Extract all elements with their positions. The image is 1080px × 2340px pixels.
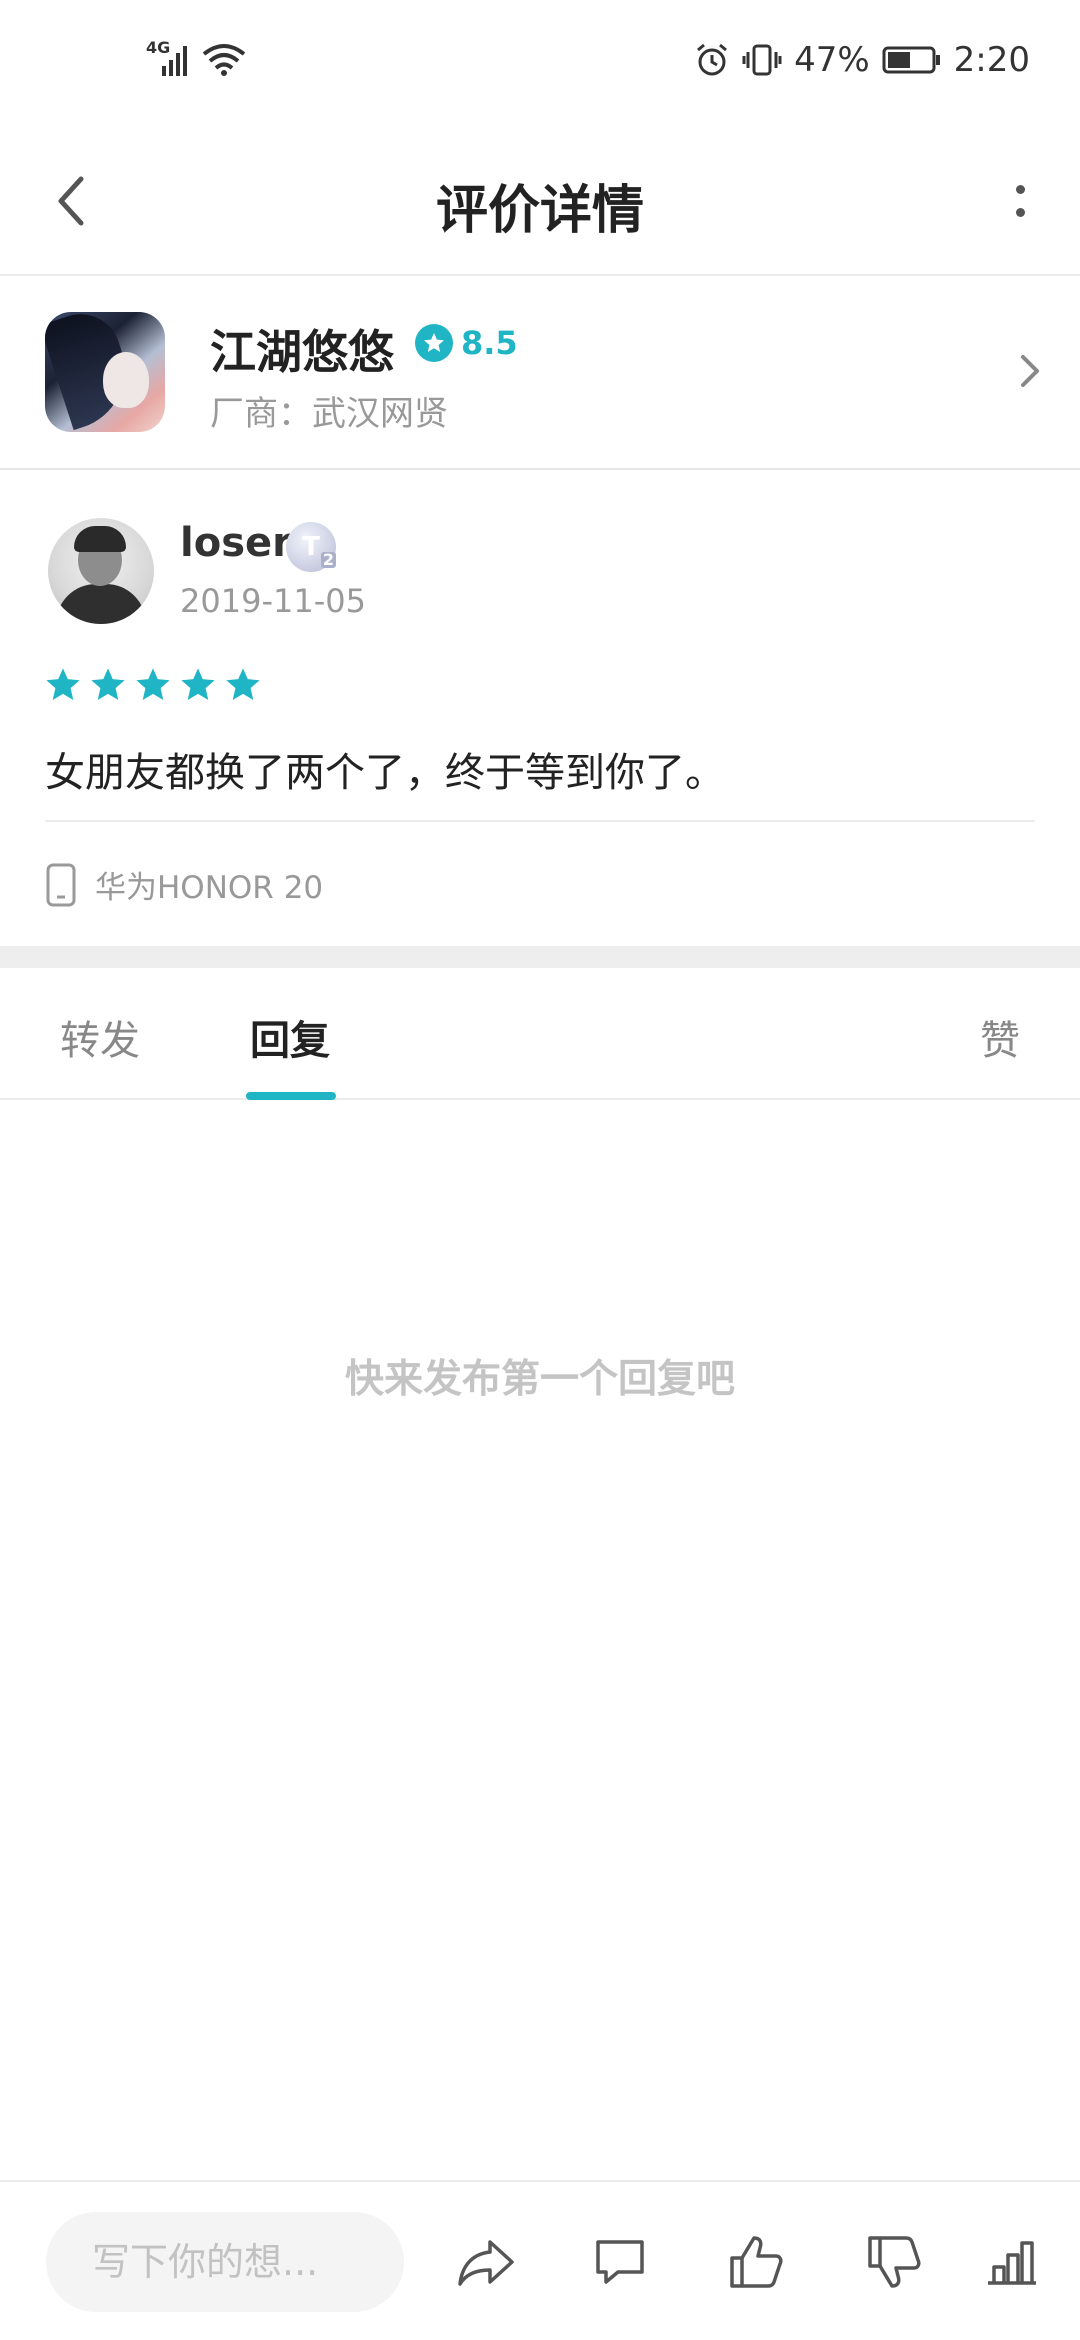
- status-bar: 4G 47% 2:20: [0, 0, 1080, 130]
- signal-icon: 4G: [146, 38, 188, 76]
- page-title: 评价详情: [435, 181, 644, 241]
- avatar[interactable]: [48, 518, 154, 624]
- app-card[interactable]: 江湖悠悠 8.5 厂商：武汉网贤: [0, 276, 1080, 470]
- wifi-icon: [202, 44, 246, 76]
- star-icon: [226, 668, 260, 701]
- vibrate-icon: [742, 44, 782, 76]
- level-number: 2: [320, 550, 336, 569]
- clock: 2:20: [953, 40, 1030, 80]
- device-info: 华为HONOR 20: [45, 862, 323, 907]
- review-text: 女朋友都换了两个了，终于等到你了。: [45, 750, 725, 796]
- network-label: 4G: [146, 38, 171, 57]
- comment-icon: [596, 2240, 644, 2284]
- dislike-button[interactable]: [856, 2224, 932, 2300]
- app-name: 江湖悠悠: [210, 325, 394, 379]
- bar-chart-icon: [988, 2241, 1036, 2285]
- thumbs-down-icon: [868, 2236, 921, 2288]
- alarm-icon: [697, 43, 728, 76]
- star-icon: [46, 668, 80, 701]
- tab-bar: 转发 回复 赞: [0, 968, 1080, 1100]
- star-badge-icon: [415, 324, 453, 362]
- username[interactable]: loser: [180, 520, 292, 566]
- divider: [45, 820, 1035, 822]
- section-divider: [0, 946, 1080, 968]
- star-rating: [44, 666, 262, 704]
- star-icon: [181, 668, 215, 701]
- share-icon: [458, 2240, 514, 2286]
- like-button[interactable]: [718, 2224, 794, 2300]
- tab-forward[interactable]: 转发: [60, 1008, 140, 1066]
- more-dot-icon: [1015, 208, 1025, 217]
- active-tab-indicator: [246, 1092, 336, 1100]
- app-icon: [45, 312, 165, 432]
- top-app-bar: 评价详情: [0, 130, 1080, 276]
- tab-like[interactable]: 赞: [980, 1008, 1020, 1066]
- tab-reply[interactable]: 回复: [250, 1008, 330, 1066]
- comment-input[interactable]: [46, 2212, 404, 2312]
- chevron-right-icon: [1010, 346, 1050, 396]
- battery-icon: [882, 46, 940, 74]
- review-date: 2019-11-05: [180, 582, 366, 620]
- status-right: 47% 2:20: [694, 40, 1030, 80]
- empty-replies-hint: 快来发布第一个回复吧: [344, 1357, 735, 1402]
- status-left: 4G: [146, 38, 246, 76]
- phone-icon: [46, 863, 76, 906]
- share-button[interactable]: [448, 2224, 524, 2300]
- star-icon: [91, 668, 125, 701]
- rating-value: 8.5: [461, 324, 518, 362]
- device-label: 华为HONOR 20: [95, 870, 324, 906]
- bottom-action-bar: [0, 2180, 1080, 2340]
- comment-button[interactable]: [582, 2224, 658, 2300]
- user-level-badge: T 2: [286, 522, 336, 572]
- more-dot-icon: [1015, 185, 1025, 194]
- stats-button[interactable]: [974, 2224, 1050, 2300]
- more-options-button[interactable]: [990, 166, 1050, 236]
- review-card: loser T 2 2019-11-05 女朋友都换了两个了，终于等到你了。 华…: [0, 470, 1080, 946]
- star-icon: [136, 668, 170, 701]
- app-rating: 8.5: [415, 324, 518, 362]
- level-letter: T: [302, 532, 320, 562]
- app-vendor: 厂商：武汉网贤: [210, 394, 448, 434]
- thumbs-up-icon: [730, 2236, 783, 2288]
- battery-percent: 47%: [794, 40, 870, 80]
